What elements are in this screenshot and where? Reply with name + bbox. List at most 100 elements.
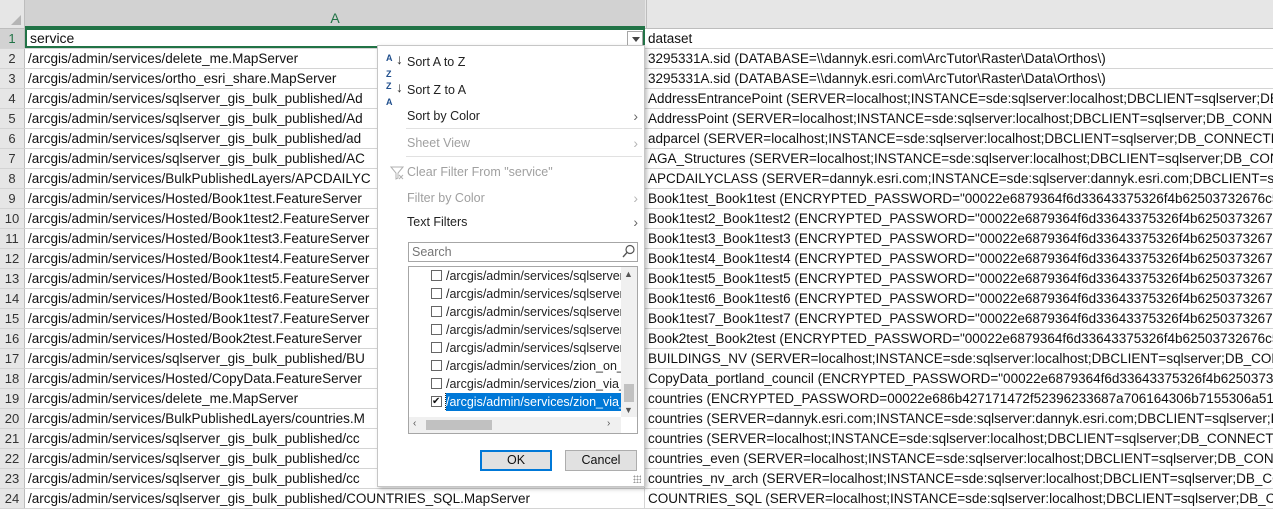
cell-b[interactable]: Book1test2_Book1test2 (ENCRYPTED_PASSWOR…: [646, 209, 1273, 228]
row-number[interactable]: 13: [0, 269, 25, 288]
column-header-b[interactable]: [646, 0, 1273, 28]
clear-filter-item[interactable]: Clear Filter From "service": [378, 161, 644, 183]
row-number[interactable]: 10: [0, 209, 25, 228]
row-number[interactable]: 5: [0, 109, 25, 128]
cell-b[interactable]: 3295331A.sid (DATABASE=\\dannyk.esri.com…: [646, 69, 1273, 88]
sheet-view-label: Sheet View: [407, 136, 471, 150]
scroll-right-icon[interactable]: ›: [607, 418, 610, 429]
checkbox[interactable]: [431, 270, 442, 281]
vertical-scroll-thumb[interactable]: [624, 384, 634, 402]
list-item[interactable]: /arcgis/admin/services/sqlserver_: [409, 321, 621, 339]
row-number[interactable]: 8: [0, 169, 25, 188]
scroll-down-icon[interactable]: ▼: [624, 405, 633, 415]
row-number[interactable]: 20: [0, 409, 25, 428]
scroll-up-icon[interactable]: ▲: [624, 269, 633, 279]
cell-b[interactable]: countries (ENCRYPTED_PASSWORD=00022e686b…: [646, 389, 1273, 408]
checkbox[interactable]: [431, 324, 442, 335]
cell-a[interactable]: /arcgis/admin/services/sqlserver_gis_bul…: [25, 489, 645, 508]
cell-b[interactable]: AddressPoint (SERVER=localhost;INSTANCE=…: [646, 109, 1273, 128]
value-list: /arcgis/admin/services/sqlserver_ /arcgi…: [408, 266, 638, 434]
cancel-button[interactable]: Cancel: [565, 450, 637, 471]
search-input[interactable]: [408, 242, 638, 262]
list-item-selected[interactable]: /arcgis/admin/services/zion_via_: [409, 393, 621, 411]
list-item[interactable]: /arcgis/admin/services/zion_via_: [409, 375, 621, 393]
cell-b[interactable]: Book1test7_Book1test7 (ENCRYPTED_PASSWOR…: [646, 309, 1273, 328]
list-item[interactable]: /arcgis/admin/services/zion_on_: [409, 357, 621, 375]
cell-b[interactable]: Book2test_Book2test (ENCRYPTED_PASSWORD=…: [646, 329, 1273, 348]
cell-b[interactable]: adparcel (SERVER=localhost;INSTANCE=sde:…: [646, 129, 1273, 148]
list-item[interactable]: /arcgis/admin/services/sqlserver_: [409, 339, 621, 357]
checkbox[interactable]: [431, 306, 442, 317]
cell-b[interactable]: dataset: [646, 29, 1273, 48]
sort-by-color-item[interactable]: Sort by Color ›: [378, 105, 644, 127]
cell-b[interactable]: countries (SERVER=dannyk.esri.com;INSTAN…: [646, 409, 1273, 428]
row-number[interactable]: 3: [0, 69, 25, 88]
row-number[interactable]: 23: [0, 469, 25, 488]
cell-b[interactable]: Book1test6_Book1test6 (ENCRYPTED_PASSWOR…: [646, 289, 1273, 308]
table-row: 24/arcgis/admin/services/sqlserver_gis_b…: [0, 489, 1273, 509]
cell-b[interactable]: BUILDINGS_NV (SERVER=localhost;INSTANCE=…: [646, 349, 1273, 368]
checkbox-checked[interactable]: [431, 393, 442, 411]
sort-descending-icon: Z A ↓: [386, 79, 403, 107]
row-number[interactable]: 7: [0, 149, 25, 168]
cell-b[interactable]: countries_even (SERVER=localhost;INSTANC…: [646, 449, 1273, 468]
row-number[interactable]: 4: [0, 89, 25, 108]
chevron-right-icon: ›: [633, 190, 638, 206]
cell-b[interactable]: CopyData_portland_council (ENCRYPTED_PAS…: [646, 369, 1273, 388]
row-number[interactable]: 11: [0, 229, 25, 248]
resize-grip-icon[interactable]: [633, 475, 641, 483]
sort-ascending-icon: A Z ↓: [386, 51, 403, 79]
row-number[interactable]: 16: [0, 329, 25, 348]
vertical-scrollbar[interactable]: ▲ ▼: [621, 267, 637, 417]
filter-dropdown-button[interactable]: [627, 31, 643, 46]
sort-a-to-z-item[interactable]: A Z ↓ Sort A to Z: [378, 51, 644, 79]
search-icon: [622, 244, 636, 263]
cell-b[interactable]: countries_nv_arch (SERVER=localhost;INST…: [646, 469, 1273, 488]
spreadsheet: A 1 service dataset 2/arcgis/admin/service…: [0, 0, 1273, 511]
sheet-view-item[interactable]: Sheet View ›: [378, 132, 644, 154]
column-header-a[interactable]: A: [25, 0, 645, 28]
filter-by-color-item[interactable]: Filter by Color ›: [378, 187, 644, 209]
horizontal-scroll-thumb[interactable]: [426, 420, 492, 430]
row-number[interactable]: 17: [0, 349, 25, 368]
scroll-left-icon[interactable]: ‹: [413, 418, 416, 429]
row-number[interactable]: 22: [0, 449, 25, 468]
list-item[interactable]: /arcgis/admin/services/sqlserver_: [409, 303, 621, 321]
checkbox[interactable]: [431, 288, 442, 299]
cell-b[interactable]: Book1test4_Book1test4 (ENCRYPTED_PASSWOR…: [646, 249, 1273, 268]
row-number[interactable]: 9: [0, 189, 25, 208]
cell-b[interactable]: Book1test5_Book1test5 (ENCRYPTED_PASSWOR…: [646, 269, 1273, 288]
checkbox[interactable]: [431, 360, 442, 371]
cell-b[interactable]: APCDAILYCLASS (SERVER=dannyk.esri.com;IN…: [646, 169, 1273, 188]
text-filters-label: Text Filters: [407, 215, 468, 229]
row-number[interactable]: 2: [0, 49, 25, 68]
menu-divider: [406, 128, 642, 129]
cell-b[interactable]: AGA_Structures (SERVER=localhost;INSTANC…: [646, 149, 1273, 168]
text-filters-item[interactable]: Text Filters ›: [378, 211, 644, 233]
row-number[interactable]: 21: [0, 429, 25, 448]
ok-button[interactable]: OK: [480, 450, 552, 471]
row-number[interactable]: 18: [0, 369, 25, 388]
sort-z-to-a-item[interactable]: Z A ↓ Sort Z to A: [378, 79, 644, 107]
row-number[interactable]: 12: [0, 249, 25, 268]
cell-b[interactable]: Book1test_Book1test (ENCRYPTED_PASSWORD=…: [646, 189, 1273, 208]
checkbox[interactable]: [431, 342, 442, 353]
list-item[interactable]: /arcgis/admin/services/sqlserver_: [409, 267, 621, 285]
cell-b[interactable]: 3295331A.sid (DATABASE=\\dannyk.esri.com…: [646, 49, 1273, 68]
cell-b[interactable]: Book1test3_Book1test3 (ENCRYPTED_PASSWOR…: [646, 229, 1273, 248]
list-item[interactable]: /arcgis/admin/services/sqlserver_: [409, 285, 621, 303]
row-number[interactable]: 19: [0, 389, 25, 408]
select-all-corner[interactable]: [0, 0, 25, 28]
horizontal-scrollbar[interactable]: ‹ ›: [409, 417, 621, 433]
sort-a-to-z-label: Sort A to Z: [407, 55, 466, 69]
row-number[interactable]: 6: [0, 129, 25, 148]
cell-b[interactable]: countries (SERVER=localhost;INSTANCE=sde…: [646, 429, 1273, 448]
clear-filter-icon: [389, 165, 405, 187]
row-number[interactable]: 1: [0, 29, 25, 48]
row-number[interactable]: 14: [0, 289, 25, 308]
row-number[interactable]: 15: [0, 309, 25, 328]
checkbox[interactable]: [431, 378, 442, 389]
cell-b[interactable]: AddressEntrancePoint (SERVER=localhost;I…: [646, 89, 1273, 108]
cell-b[interactable]: COUNTRIES_SQL (SERVER=localhost;INSTANCE…: [646, 489, 1273, 508]
row-number[interactable]: 24: [0, 489, 25, 508]
